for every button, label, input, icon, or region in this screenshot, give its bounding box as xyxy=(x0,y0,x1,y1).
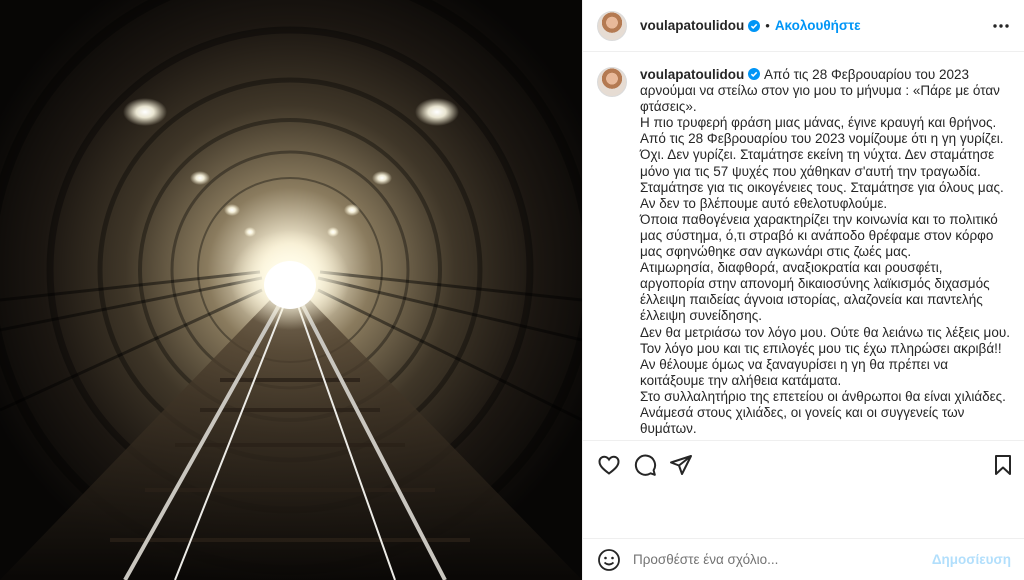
caption-line: Στο συλλαλητήριο της επετείου οι άνθρωπο… xyxy=(640,388,1006,437)
verified-badge-icon xyxy=(748,68,761,80)
caption-first-paragraph: voulapatoulidou Από τις 28 Φεβρουαρίου τ… xyxy=(640,67,1010,115)
separator-dot: • xyxy=(765,18,770,33)
avatar[interactable] xyxy=(597,10,627,41)
caption-line: Ατιμωρησία, διαφθορά, αναξιοκρατία και ρ… xyxy=(640,260,990,324)
caption-line: Δεν θα μετριάσω τον λόγο μου. Ούτε θα λε… xyxy=(640,324,1010,340)
heart-icon[interactable] xyxy=(597,453,621,477)
tunnel-photo xyxy=(0,0,582,580)
follow-button[interactable]: Ακολουθήστε xyxy=(775,18,861,33)
caption-avatar[interactable] xyxy=(597,67,627,97)
comment-bar: Δημοσίευση xyxy=(583,538,1024,580)
caption-line: Όποια παθογένεια χαρακτηρίζει την κοινων… xyxy=(640,211,998,260)
caption-row: voulapatoulidou Από τις 28 Φεβρουαρίου τ… xyxy=(597,67,1011,437)
caption-username[interactable]: voulapatoulidou xyxy=(640,67,744,82)
comment-input[interactable] xyxy=(633,552,932,567)
post-comment-button[interactable]: Δημοσίευση xyxy=(932,552,1011,567)
comment-icon[interactable] xyxy=(633,453,657,477)
caption-line: Από τις 28 Φεβρουαρίου του 2023 νομίζουμ… xyxy=(640,131,1004,147)
caption-text: voulapatoulidou Από τις 28 Φεβρουαρίου τ… xyxy=(640,67,1010,437)
bookmark-icon[interactable] xyxy=(991,453,1015,477)
caption-line: Σταμάτησε για τις οικογένειες τους. Σταμ… xyxy=(640,179,1004,195)
post-side-panel: voulapatoulidou • Ακολουθήστε voulapatou… xyxy=(582,0,1024,580)
post-image[interactable] xyxy=(0,0,582,580)
verified-badge-icon xyxy=(748,19,761,32)
caption-line: Η πιο τρυφερή φράση μιας μάνας, έγινε κρ… xyxy=(640,115,997,131)
caption-line: Τον λόγο μου και τις επιλογές μου τις έχ… xyxy=(640,340,1002,356)
caption-line: Αν δεν το βλέπουμε αυτό εθελοτυφλούμε. xyxy=(640,195,888,211)
username-link[interactable]: voulapatoulidou xyxy=(640,18,744,33)
emoji-icon[interactable] xyxy=(597,548,621,572)
post-header: voulapatoulidou • Ακολουθήστε xyxy=(583,0,1024,52)
caption-line: Όχι. Δεν γυρίζει. Σταμάτησε εκείνη τη νύ… xyxy=(640,147,995,179)
caption-line: Αν θέλουμε όμως να ξαναγυρίσει η γη θα π… xyxy=(640,356,949,388)
share-icon[interactable] xyxy=(669,453,693,477)
action-bar xyxy=(583,440,1024,490)
caption-scroll-area[interactable]: voulapatoulidou Από τις 28 Φεβρουαρίου τ… xyxy=(583,53,1024,440)
more-options-icon[interactable] xyxy=(991,16,1011,36)
